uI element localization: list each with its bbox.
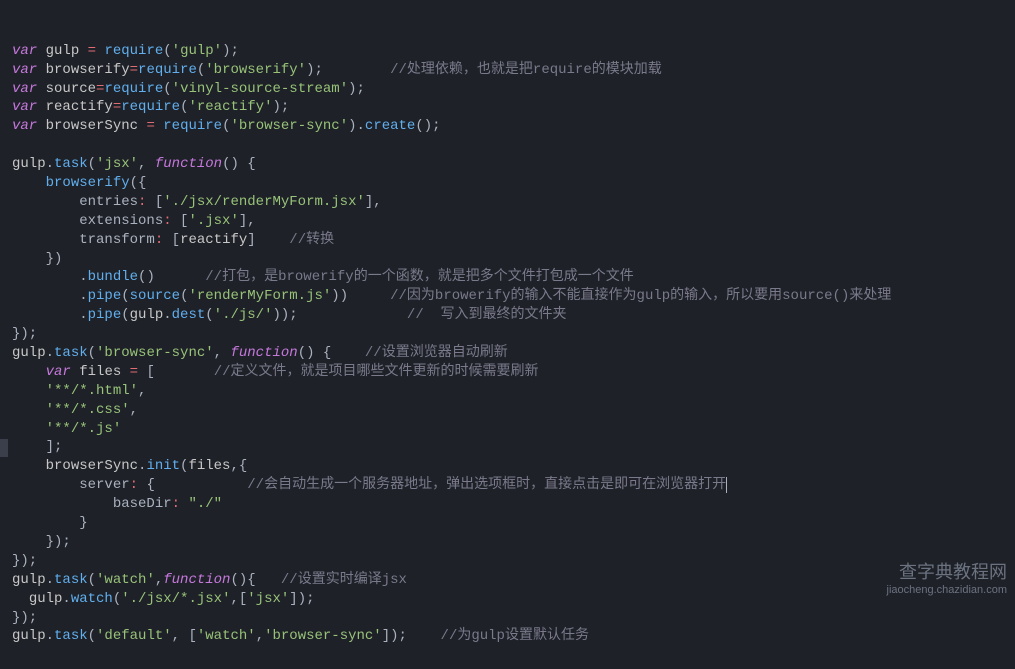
code-line[interactable]: var reactify=require('reactify');	[12, 98, 1015, 117]
code-line[interactable]: '**/*.js'	[12, 420, 1015, 439]
code-line[interactable]: });	[12, 552, 1015, 571]
code-line[interactable]: .pipe(gulp.dest('./js/')); // 写入到最终的文件夹	[12, 306, 1015, 325]
gutter-highlight	[0, 439, 8, 457]
code-line[interactable]	[12, 136, 1015, 155]
code-line[interactable]: entries: ['./jsx/renderMyForm.jsx'],	[12, 193, 1015, 212]
watermark-sub: jiaocheng.chazidian.com	[887, 584, 1007, 597]
code-line[interactable]: var files = [ //定义文件，就是项目哪些文件更新的时候需要刷新	[12, 363, 1015, 382]
code-line[interactable]: gulp.task('default', ['watch','browser-s…	[12, 627, 1015, 646]
code-line[interactable]: var source=require('vinyl-source-stream'…	[12, 80, 1015, 99]
watermark: 查字典教程网 jiaocheng.chazidian.com	[887, 562, 1007, 597]
code-line[interactable]: });	[12, 609, 1015, 628]
code-line[interactable]: }	[12, 514, 1015, 533]
code-line[interactable]: });	[12, 325, 1015, 344]
code-line[interactable]: browserify({	[12, 174, 1015, 193]
code-line[interactable]: '**/*.html',	[12, 382, 1015, 401]
watermark-main: 查字典教程网	[899, 562, 1007, 582]
code-line[interactable]: baseDir: "./"	[12, 495, 1015, 514]
code-line[interactable]: ];	[12, 438, 1015, 457]
text-cursor	[726, 477, 727, 493]
code-line[interactable]: gulp.watch('./jsx/*.jsx',['jsx']);	[12, 590, 1015, 609]
code-line[interactable]: transform: [reactify] //转换	[12, 231, 1015, 250]
code-line[interactable]: extensions: ['.jsx'],	[12, 212, 1015, 231]
code-editor[interactable]: var gulp = require('gulp');var browserif…	[0, 0, 1015, 669]
code-line[interactable]: gulp.task('browser-sync', function() { /…	[12, 344, 1015, 363]
code-line[interactable]: browserSync.init(files,{	[12, 457, 1015, 476]
code-line[interactable]: '**/*.css',	[12, 401, 1015, 420]
code-line[interactable]: server: { //会自动生成一个服务器地址，弹出选项框时，直接点击是即可在…	[12, 476, 1015, 495]
code-line[interactable]: .pipe(source('renderMyForm.js')) //因为bro…	[12, 287, 1015, 306]
code-line[interactable]: });	[12, 533, 1015, 552]
code-line[interactable]: gulp.task('watch',function(){ //设置实时编译js…	[12, 571, 1015, 590]
code-line[interactable]: var gulp = require('gulp');	[12, 42, 1015, 61]
code-line[interactable]: gulp.task('jsx', function() {	[12, 155, 1015, 174]
code-line[interactable]: })	[12, 250, 1015, 269]
code-line[interactable]: var browserify=require('browserify'); //…	[12, 61, 1015, 80]
code-line[interactable]: var browserSync = require('browser-sync'…	[12, 117, 1015, 136]
code-line[interactable]: .bundle() //打包，是browerify的一个函数，就是把多个文件打包…	[12, 268, 1015, 287]
